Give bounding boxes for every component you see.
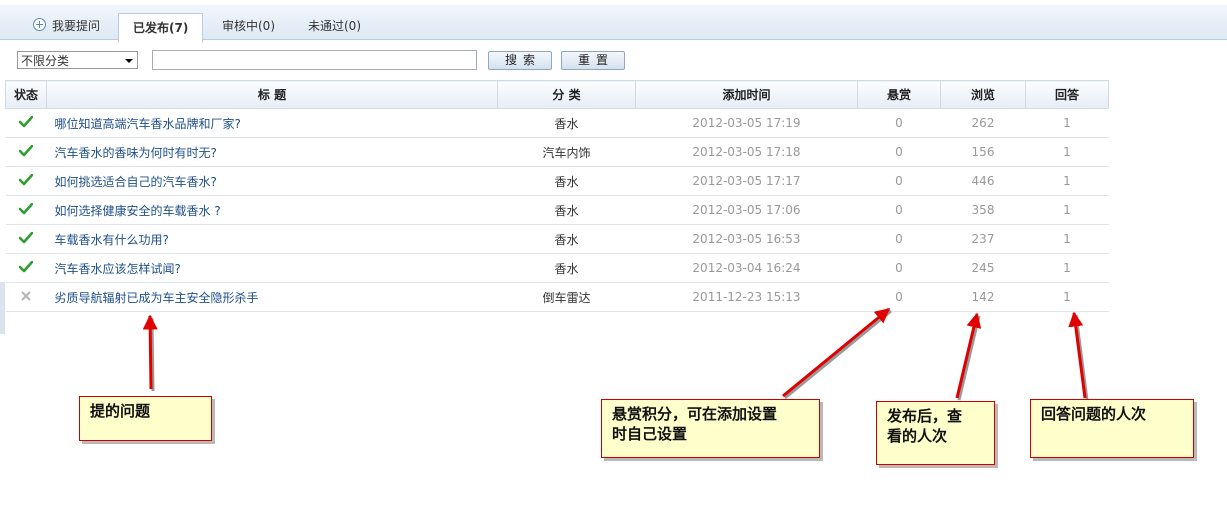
note-reward-line2: 时自己设置 bbox=[612, 425, 688, 443]
note-question: 提的问题 bbox=[79, 396, 212, 441]
note-question-text: 提的问题 bbox=[90, 402, 151, 420]
note-views: 发布后，查 看的人次 bbox=[876, 401, 995, 465]
arrow-views bbox=[955, 312, 982, 401]
arrow-reward bbox=[782, 307, 892, 400]
note-views-line2: 看的人次 bbox=[887, 427, 948, 445]
note-views-line1: 发布后，查 bbox=[887, 407, 963, 425]
arrow-answers bbox=[1068, 311, 1089, 401]
note-reward: 悬赏积分，可在添加设置 时自己设置 bbox=[601, 399, 820, 458]
arrow-question bbox=[142, 314, 158, 392]
note-answers: 回答问题的人次 bbox=[1030, 399, 1194, 458]
note-answers-text: 回答问题的人次 bbox=[1041, 405, 1147, 423]
note-reward-line1: 悬赏积分，可在添加设置 bbox=[612, 405, 778, 423]
